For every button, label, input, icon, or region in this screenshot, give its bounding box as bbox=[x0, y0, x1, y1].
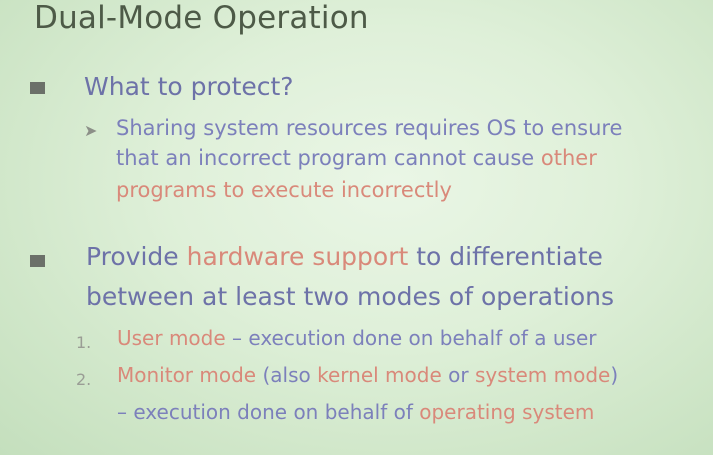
monitor-mode-label: Monitor mode bbox=[117, 363, 257, 387]
sub-bullet-line-2-text: that an incorrect program cannot cause bbox=[116, 146, 541, 170]
monitor-mode-text-d: or bbox=[441, 363, 475, 387]
square-bullet-icon bbox=[30, 255, 45, 267]
bullet2-highlight-hardware-support: hardware support bbox=[186, 242, 409, 271]
square-bullet-icon bbox=[30, 82, 45, 94]
arrow-bullet-icon: ➤ bbox=[84, 121, 98, 140]
monitor-mode-text-f: ) bbox=[610, 363, 619, 387]
monitor-mode-text-b: (also bbox=[256, 363, 318, 387]
sub-bullet-line-1: Sharing system resources requires OS to … bbox=[116, 116, 623, 140]
bullet2-text-c: to differentiate bbox=[408, 242, 603, 271]
item-monitor-mode-continuation: – execution done on behalf of operating … bbox=[117, 398, 594, 427]
kernel-mode-label: kernel mode bbox=[317, 363, 442, 387]
bullet-provide-hardware-support: Provide hardware support to differentiat… bbox=[86, 238, 603, 276]
item-user-mode: User mode – execution done on behalf of … bbox=[117, 324, 597, 353]
monitor-mode-cont-text: – execution done on behalf of bbox=[117, 400, 420, 424]
user-mode-label: User mode bbox=[117, 326, 226, 350]
system-mode-label: system mode bbox=[474, 363, 611, 387]
bullet2-line-2: between at least two modes of operations bbox=[86, 282, 615, 311]
sub-bullet-line-3: programs to execute incorrectly bbox=[116, 178, 452, 202]
bullet-what-to-protect: What to protect? bbox=[84, 72, 294, 101]
user-mode-description: – execution done on behalf of a user bbox=[225, 326, 597, 350]
bullet2-text-a: Provide bbox=[86, 242, 187, 271]
item-monitor-mode: Monitor mode (also kernel mode or system… bbox=[117, 361, 618, 390]
slide: Dual-Mode Operation What to protect? ➤ S… bbox=[0, 0, 713, 455]
item-number-1: 1. bbox=[76, 333, 92, 352]
sub-bullet-line-2: that an incorrect program cannot cause o… bbox=[116, 144, 597, 172]
sub-bullet-line-2-highlight: other bbox=[540, 146, 597, 170]
operating-system-label: operating system bbox=[419, 400, 595, 424]
item-number-2: 2. bbox=[76, 370, 92, 389]
slide-title: Dual-Mode Operation bbox=[34, 0, 369, 36]
